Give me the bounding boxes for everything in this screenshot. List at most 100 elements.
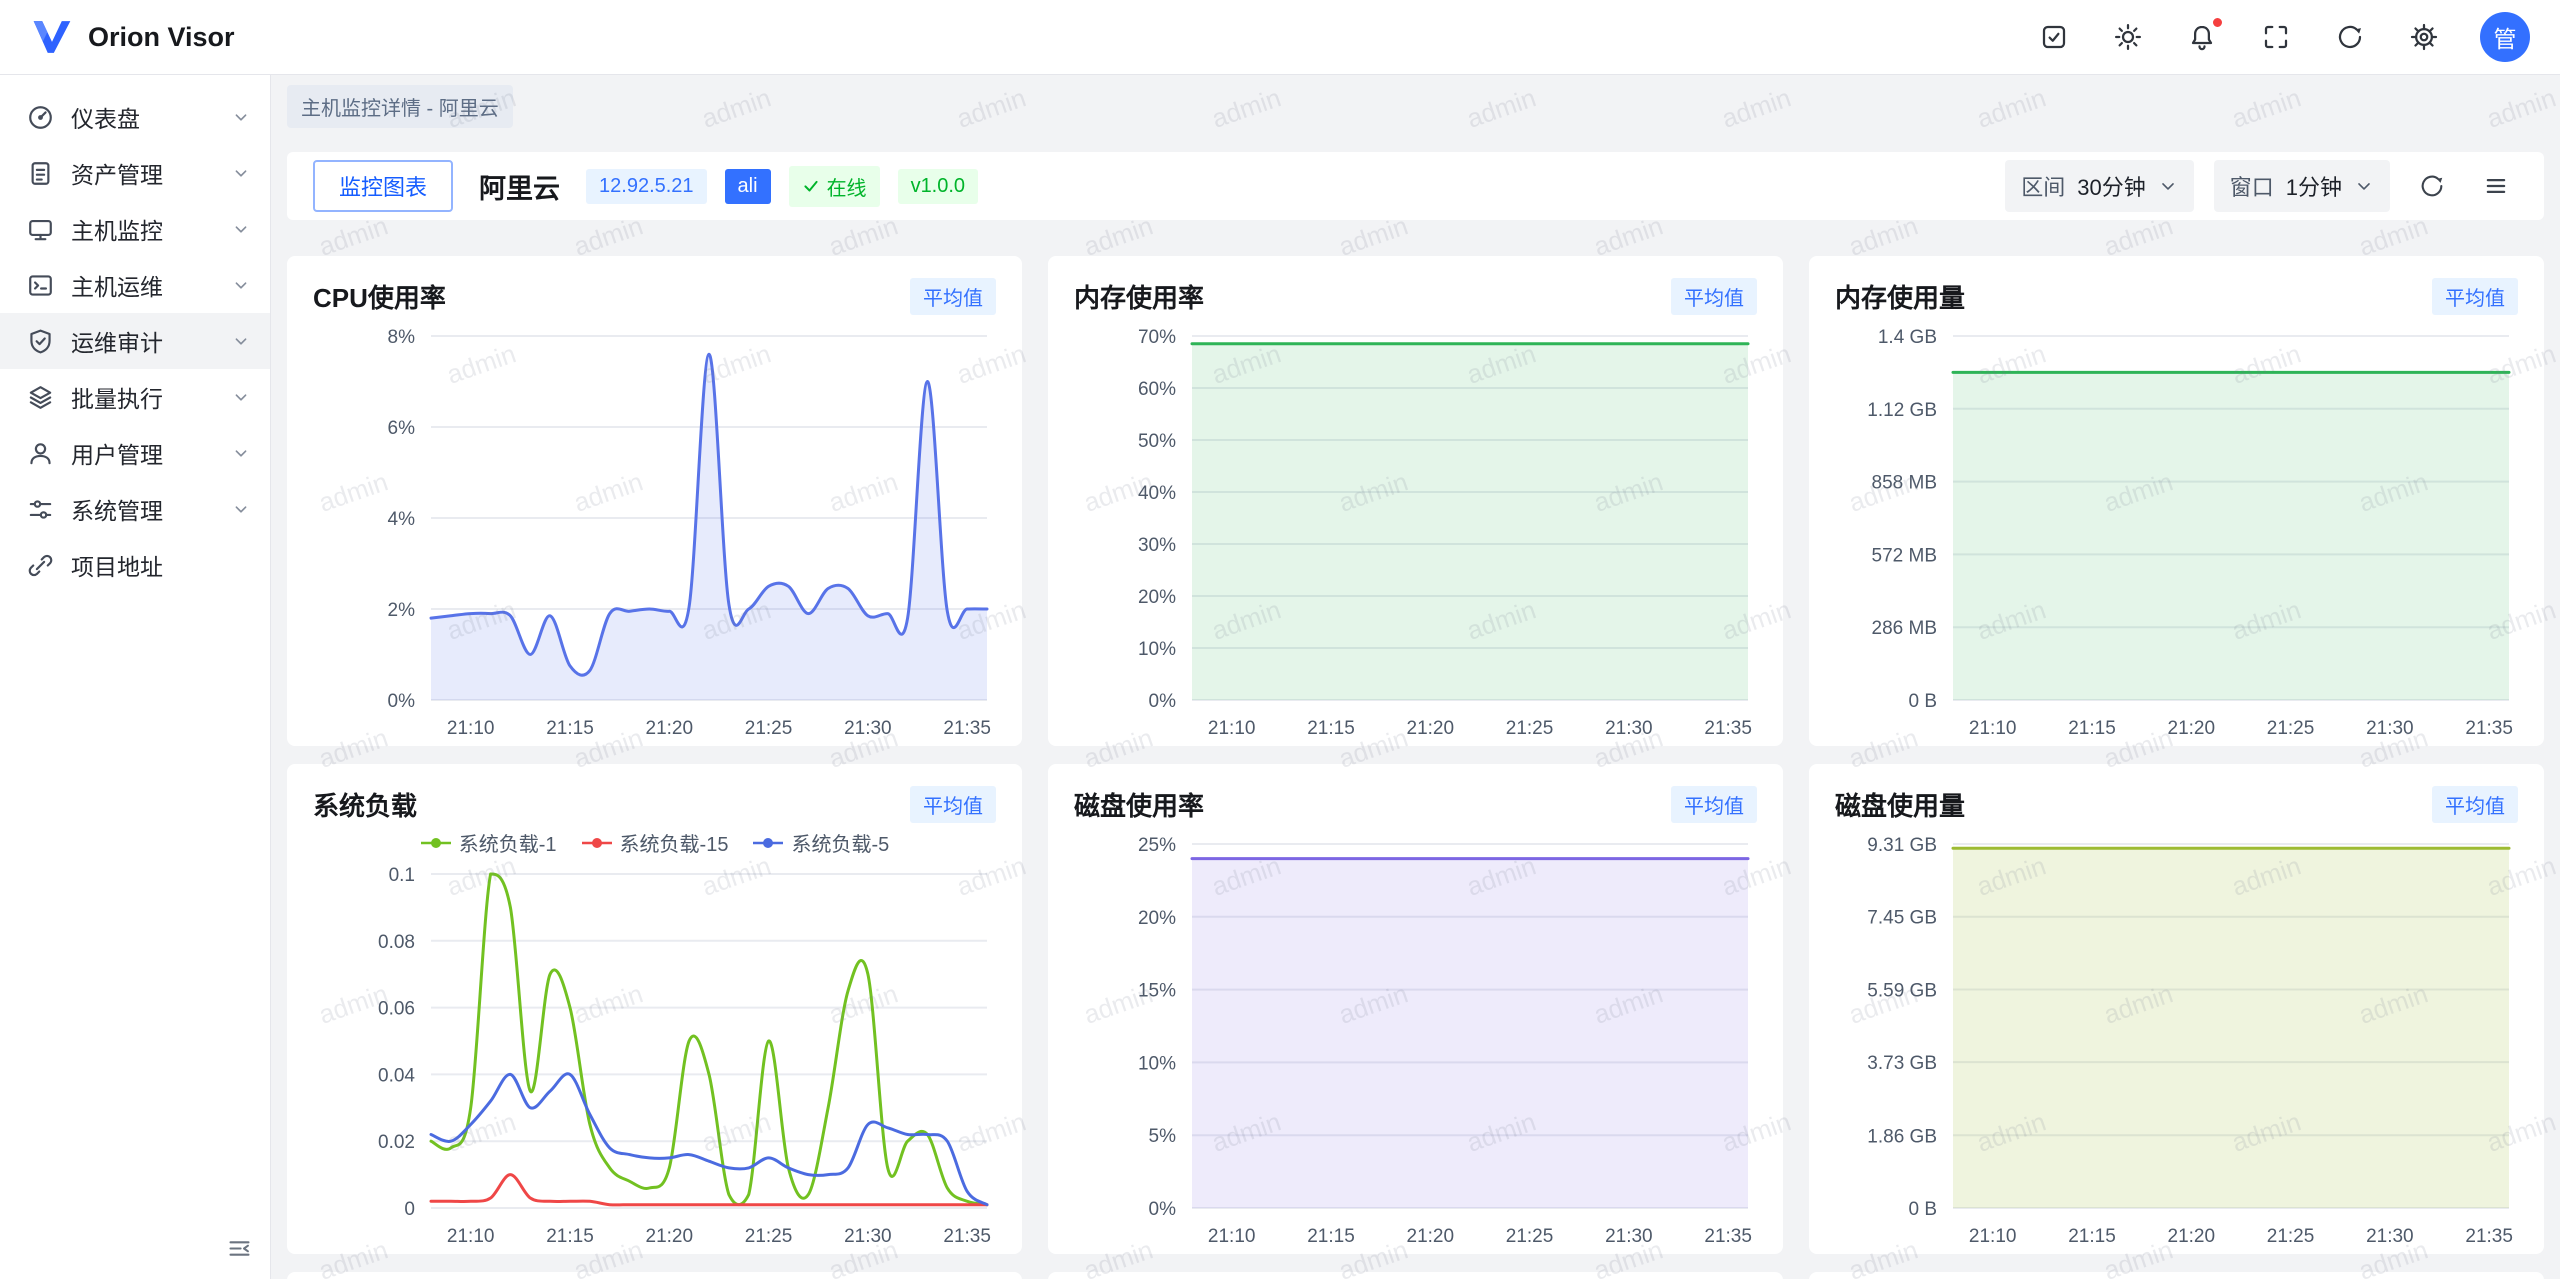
- svg-text:21:35: 21:35: [2465, 718, 2513, 739]
- svg-text:21:20: 21:20: [646, 1226, 694, 1247]
- chevron-down-icon: [230, 330, 252, 352]
- sidebar-item-label: 资产管理: [71, 156, 214, 190]
- svg-text:60%: 60%: [1138, 379, 1176, 400]
- range-select-label: 区间: [2021, 170, 2065, 202]
- average-badge: 平均值: [910, 278, 996, 315]
- host-ip-badge: 12.92.5.21: [586, 169, 707, 204]
- sidebar-item-batch-exec[interactable]: 批量执行: [0, 369, 270, 425]
- fullscreen-icon[interactable]: [2258, 19, 2294, 55]
- host-toolbar: 监控图表 阿里云 12.92.5.21 ali 在线 v1.0.0 区间 30分…: [287, 152, 2544, 220]
- app-logo[interactable]: Orion Visor: [30, 17, 235, 57]
- svg-text:21:30: 21:30: [1605, 1226, 1653, 1247]
- top-header: Orion Visor 管: [0, 0, 2560, 75]
- chevron-down-icon: [230, 218, 252, 240]
- svg-text:25%: 25%: [1138, 835, 1176, 856]
- status-badge: 在线: [789, 166, 880, 207]
- svg-text:21:20: 21:20: [646, 718, 694, 739]
- svg-text:572 MB: 572 MB: [1872, 545, 1937, 566]
- average-badge: 平均值: [2432, 786, 2518, 823]
- sidebar-item-assets[interactable]: 资产管理: [0, 145, 270, 201]
- svg-text:1.4 GB: 1.4 GB: [1878, 327, 1937, 348]
- svg-text:3.73 GB: 3.73 GB: [1867, 1053, 1937, 1074]
- svg-text:21:25: 21:25: [1506, 718, 1554, 739]
- monitor-chart-button[interactable]: 监控图表: [313, 160, 453, 212]
- legend-item[interactable]: 系统负载-5: [752, 828, 889, 857]
- sidebar-item-system-mgmt[interactable]: 系统管理: [0, 481, 270, 537]
- chevron-down-icon: [230, 442, 252, 464]
- host-tag-badge: ali: [725, 169, 771, 204]
- svg-text:1.86 GB: 1.86 GB: [1867, 1126, 1937, 1147]
- chevron-down-icon: [2158, 176, 2178, 196]
- sidebar-item-ops-audit[interactable]: 运维审计: [0, 313, 270, 369]
- app-title: Orion Visor: [88, 22, 235, 53]
- average-badge: 平均值: [1671, 278, 1757, 315]
- window-select-value: 1分钟: [2286, 170, 2342, 202]
- refresh-charts-icon[interactable]: [2410, 164, 2454, 208]
- assets-icon: [26, 159, 55, 188]
- svg-text:10%: 10%: [1138, 639, 1176, 660]
- range-select[interactable]: 区间 30分钟: [2005, 160, 2194, 212]
- app-shell: 仪表盘资产管理主机监控主机运维运维审计批量执行用户管理系统管理项目地址 主机监控…: [0, 75, 2560, 1279]
- sidebar-item-project-link[interactable]: 项目地址: [0, 537, 270, 593]
- card-system-load: 系统负载平均值 系统负载-1系统负载-15系统负载-500.020.040.06…: [287, 764, 1022, 1254]
- chart-plot: 0%10%20%30%40%50%60%70%21:1021:1521:2021…: [1074, 320, 1757, 744]
- host-info: 监控图表 阿里云 12.92.5.21 ali 在线 v1.0.0: [313, 160, 978, 212]
- header-actions: 管: [2036, 12, 2530, 62]
- host-name: 阿里云: [479, 167, 560, 206]
- sidebar-item-dashboard[interactable]: 仪表盘: [0, 89, 270, 145]
- legend-item[interactable]: 系统负载-1: [420, 828, 557, 857]
- notification-icon[interactable]: [2184, 19, 2220, 55]
- sidebar-item-label: 主机运维: [71, 268, 214, 302]
- svg-text:0.06: 0.06: [378, 999, 415, 1020]
- svg-text:21:30: 21:30: [844, 1226, 892, 1247]
- theme-icon[interactable]: [2110, 19, 2146, 55]
- svg-text:0 B: 0 B: [1908, 691, 1937, 712]
- svg-text:21:25: 21:25: [2267, 718, 2315, 739]
- average-badge: 平均值: [1671, 786, 1757, 823]
- chart-plot: 0 B286 MB572 MB858 MB1.12 GB1.4 GB21:102…: [1835, 320, 2518, 744]
- chart-title: 磁盘使用量: [1835, 786, 1965, 823]
- svg-text:0%: 0%: [1149, 691, 1177, 712]
- chart-canvas: 0 B286 MB572 MB858 MB1.12 GB1.4 GB21:102…: [1835, 320, 2517, 744]
- legend-item[interactable]: 系统负载-15: [581, 828, 729, 857]
- sidebar-item-user-mgmt[interactable]: 用户管理: [0, 425, 270, 481]
- chevron-down-icon: [2354, 176, 2374, 196]
- svg-text:0%: 0%: [388, 691, 416, 712]
- chart-canvas: 00.020.040.060.080.121:1021:1521:2021:25…: [313, 828, 995, 1252]
- chart-canvas: 0%2%4%6%8%21:1021:1521:2021:2521:3021:35: [313, 320, 995, 744]
- chart-list-icon[interactable]: [2474, 164, 2518, 208]
- sidebar-item-label: 运维审计: [71, 324, 214, 358]
- charts-row-2: 系统负载平均值 系统负载-1系统负载-15系统负载-500.020.040.06…: [287, 764, 2544, 1254]
- svg-text:0 B: 0 B: [1908, 1199, 1937, 1220]
- svg-text:21:30: 21:30: [844, 718, 892, 739]
- chart-plot: 0%5%10%15%20%25%21:1021:1521:2021:2521:3…: [1074, 828, 1757, 1252]
- window-select[interactable]: 窗口 1分钟: [2214, 160, 2390, 212]
- sidebar-item-host-ops[interactable]: 主机运维: [0, 257, 270, 313]
- card-cpu-usage: CPU使用率平均值 0%2%4%6%8%21:1021:1521:2021:25…: [287, 256, 1022, 746]
- breadcrumb-item[interactable]: 主机监控详情 - 阿里云: [287, 85, 513, 128]
- avatar[interactable]: 管: [2480, 12, 2530, 62]
- svg-text:30%: 30%: [1138, 535, 1176, 556]
- svg-text:21:15: 21:15: [546, 718, 594, 739]
- chart-title: 磁盘使用率: [1074, 786, 1204, 823]
- svg-text:858 MB: 858 MB: [1872, 473, 1937, 494]
- user-mgmt-icon: [26, 439, 55, 468]
- refresh-icon[interactable]: [2332, 19, 2368, 55]
- chevron-down-icon: [230, 106, 252, 128]
- svg-text:21:15: 21:15: [1307, 1226, 1355, 1247]
- svg-text:10%: 10%: [1138, 1053, 1176, 1074]
- collapse-sidebar-icon[interactable]: [220, 1229, 258, 1267]
- host-monitor-icon: [26, 215, 55, 244]
- link-icon: [26, 551, 55, 580]
- svg-text:9.31 GB: 9.31 GB: [1867, 835, 1937, 856]
- svg-text:20%: 20%: [1138, 908, 1176, 929]
- sidebar-item-label: 项目地址: [71, 548, 252, 582]
- chart-card-partial: [1809, 1272, 2544, 1279]
- svg-text:0%: 0%: [1149, 1199, 1177, 1220]
- svg-text:21:10: 21:10: [1969, 1226, 2017, 1247]
- settings-icon[interactable]: [2406, 19, 2442, 55]
- sidebar-item-host-monitor[interactable]: 主机监控: [0, 201, 270, 257]
- todo-icon[interactable]: [2036, 19, 2072, 55]
- chart-plot: 系统负载-1 系统负载-15 系统负载-500.020.040.060.080.12…: [313, 828, 996, 1252]
- chart-title: CPU使用率: [313, 278, 446, 315]
